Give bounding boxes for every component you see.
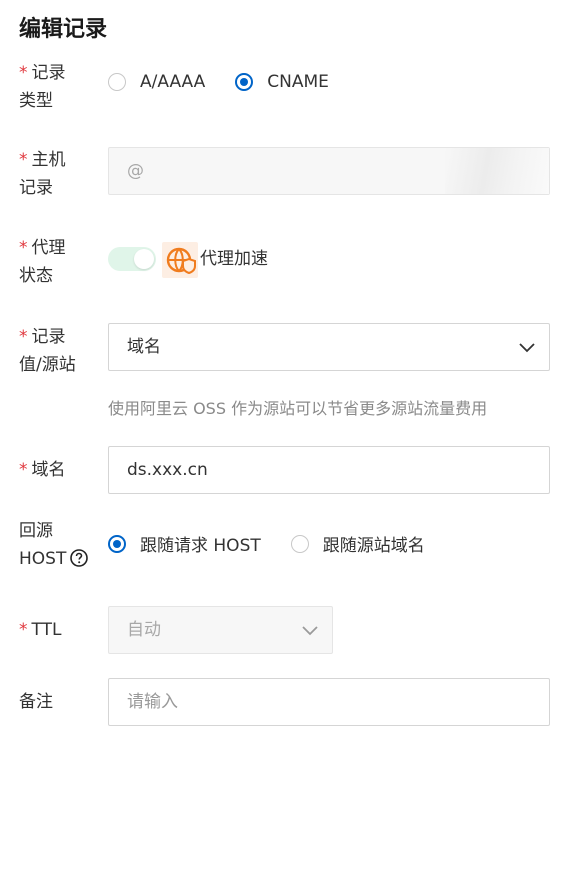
- radio-follow-request-host[interactable]: 跟随请求 HOST: [108, 531, 261, 556]
- chevron-down-icon: [302, 626, 318, 636]
- proxy-toggle[interactable]: [108, 247, 156, 271]
- record-type-radio-group: A/AAAA CNAME: [108, 72, 359, 92]
- radio-cname[interactable]: CNAME: [235, 72, 329, 92]
- radio-follow-origin-domain[interactable]: 跟随源站域名: [290, 531, 425, 556]
- help-icon[interactable]: [70, 549, 89, 567]
- ttl-label: * TTL: [19, 620, 62, 640]
- ttl-select[interactable]: 自动: [108, 606, 333, 654]
- remark-input[interactable]: 请输入: [108, 678, 550, 726]
- proxy-status-label: * 代理 状态: [19, 238, 66, 286]
- radio-a-aaaa-circle[interactable]: [108, 73, 126, 91]
- radio-follow-request-host-circle[interactable]: [108, 534, 126, 553]
- proxy-toggle-knob[interactable]: [134, 249, 154, 269]
- host-record-input[interactable]: @: [108, 147, 550, 195]
- record-value-select[interactable]: 域名: [108, 323, 550, 371]
- back-to-origin-host-label: 回源 HOST: [19, 517, 99, 573]
- radio-follow-origin-domain-circle[interactable]: [290, 534, 309, 553]
- host-suffix-mask: [445, 148, 549, 194]
- remark-label: 备注: [19, 692, 53, 712]
- proxy-acceleration-icon: [162, 242, 198, 278]
- chevron-down-icon: [519, 343, 535, 353]
- domain-label: * 域名: [19, 460, 66, 480]
- radio-cname-circle[interactable]: [235, 73, 254, 91]
- record-type-label: * 记录 类型: [19, 63, 66, 111]
- host-record-label: * 主机 记录: [19, 150, 66, 198]
- page-title: 编辑记录: [19, 17, 108, 42]
- proxy-acceleration-text: 代理加速: [200, 249, 268, 269]
- back-to-origin-radio-group: 跟随请求 HOST 跟随源站域名: [108, 531, 455, 556]
- radio-a-aaaa[interactable]: A/AAAA: [108, 72, 205, 92]
- record-value-label: * 记录 值/源站: [19, 327, 76, 375]
- domain-input[interactable]: ds.xxx.cn: [108, 446, 550, 494]
- required-mark: *: [19, 63, 28, 83]
- record-value-hint: 使用阿里云 OSS 作为源站可以节省更多源站流量费用: [108, 399, 488, 418]
